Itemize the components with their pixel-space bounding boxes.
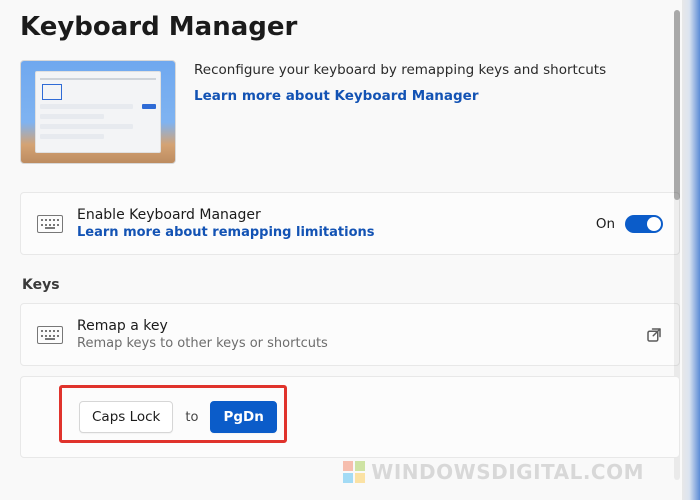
window-right-edge [682, 0, 700, 500]
keys-section-label: Keys [22, 277, 680, 293]
open-external-icon [645, 326, 663, 344]
enable-title: Enable Keyboard Manager [77, 207, 582, 223]
mapping-card: Caps Lock to PgDn [20, 376, 680, 458]
watermark-text: WINDOWSDIGITAL.COM [371, 460, 644, 484]
watermark: WINDOWSDIGITAL.COM [343, 460, 644, 484]
hero-description: Reconfigure your keyboard by remapping k… [194, 62, 606, 78]
windows-logo-icon [343, 461, 365, 483]
hero-thumbnail [20, 60, 176, 164]
learn-more-link[interactable]: Learn more about Keyboard Manager [194, 88, 606, 104]
keyboard-icon [37, 326, 63, 344]
key-chip-from[interactable]: Caps Lock [79, 401, 173, 433]
key-mapping-row: Caps Lock to PgDn [67, 401, 659, 433]
remap-key-card[interactable]: Remap a key Remap keys to other keys or … [20, 303, 680, 366]
keyboard-icon [37, 215, 63, 233]
mapping-separator: to [185, 410, 198, 425]
enable-toggle[interactable] [625, 215, 663, 233]
remap-subtitle: Remap keys to other keys or shortcuts [77, 336, 631, 351]
key-chip-to[interactable]: PgDn [210, 401, 276, 433]
toggle-state-label: On [596, 216, 615, 232]
enable-card: Enable Keyboard Manager Learn more about… [20, 192, 680, 255]
hero-section: Reconfigure your keyboard by remapping k… [20, 60, 680, 164]
remapping-limitations-link[interactable]: Learn more about remapping limitations [77, 225, 582, 240]
remap-title: Remap a key [77, 318, 631, 334]
scrollbar-thumb[interactable] [674, 10, 680, 200]
page-title: Keyboard Manager [20, 0, 680, 60]
